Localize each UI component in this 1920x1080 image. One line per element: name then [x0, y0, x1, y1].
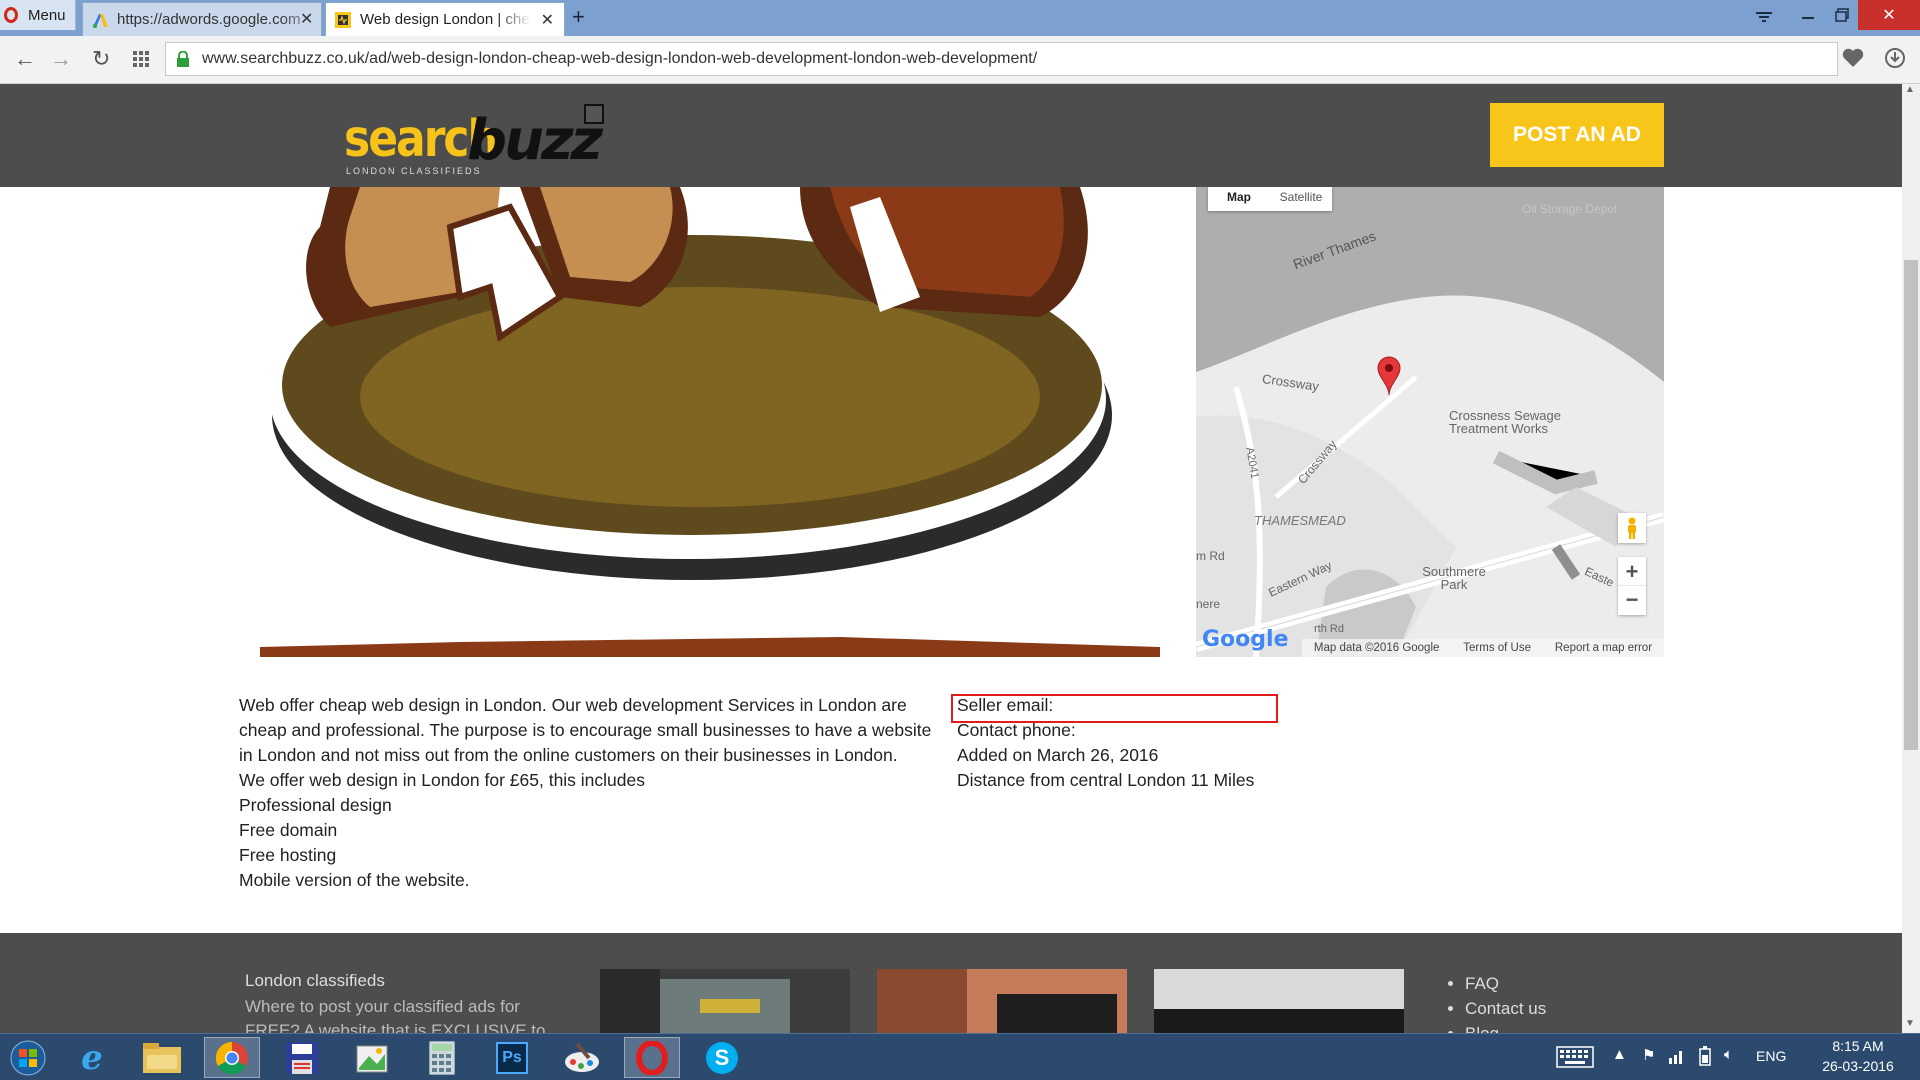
close-tab-icon[interactable]: ✕: [531, 10, 564, 30]
distance-text: Distance from central London 11 Miles: [957, 770, 1255, 790]
language-indicator[interactable]: ENG: [1756, 1048, 1786, 1064]
added-date: Added on March 26, 2016: [957, 745, 1159, 765]
start-button[interactable]: [0, 1037, 56, 1078]
footer-link-contact[interactable]: Contact us: [1465, 996, 1546, 1021]
forward-icon[interactable]: →: [50, 46, 72, 72]
map-type-satellite[interactable]: Satellite: [1270, 187, 1332, 211]
description-line: Free domain: [239, 820, 338, 840]
opera-taskbar-icon[interactable]: [624, 1037, 680, 1078]
searchbuzz-logo[interactable]: search buzz LONDON CLASSIFIEDS: [342, 104, 612, 176]
clock-date: 26-03-2016: [1822, 1058, 1894, 1074]
footer-heading: London classifieds: [245, 971, 385, 990]
heart-bookmark-icon[interactable]: [1842, 48, 1864, 68]
tab-title: Web design London | cheap web design: [360, 11, 531, 28]
image-editor-icon[interactable]: [344, 1037, 400, 1078]
system-clock[interactable]: 8:15 AM 26-03-2016: [1808, 1036, 1908, 1076]
scroll-down-icon[interactable]: ▼: [1905, 1018, 1915, 1029]
tab-web-design-london[interactable]: Web design London | cheap web design ✕: [325, 2, 565, 36]
footer-link-blog[interactable]: Blog: [1465, 1021, 1546, 1033]
windows-taskbar: e Ps S: [0, 1033, 1920, 1080]
scrollbar-thumb[interactable]: [1904, 260, 1918, 750]
footer-text: Where to post your classified ads for FR…: [245, 997, 546, 1033]
url-field[interactable]: www.searchbuzz.co.uk/ad/web-design-londo…: [165, 42, 1838, 76]
speed-dial-icon[interactable]: [133, 51, 149, 67]
map-label: THAMESMEAD: [1254, 513, 1346, 528]
ad-description: Web offer cheap web design in London. Ou…: [239, 693, 939, 893]
description-line: Professional design: [239, 795, 392, 815]
google-map[interactable]: Map Satellite River Thames Crossway Cros…: [1196, 187, 1664, 657]
ad-hero-image: [260, 187, 1160, 657]
new-tab-button[interactable]: +: [572, 4, 585, 30]
download-icon[interactable]: [1884, 47, 1906, 69]
zoom-out-button[interactable]: −: [1618, 586, 1646, 615]
map-type-control: Map Satellite: [1208, 187, 1332, 211]
map-label: Oil Storage Depot: [1522, 202, 1618, 216]
footer-thumbnail[interactable]: [877, 969, 1127, 1033]
pegman-icon[interactable]: [1618, 513, 1646, 543]
opera-logo-icon: [4, 7, 18, 23]
show-hidden-icons-icon[interactable]: ▲: [1612, 1046, 1627, 1063]
post-an-ad-button[interactable]: POST AN AD: [1490, 103, 1664, 167]
terms-of-use-link[interactable]: Terms of Use: [1463, 639, 1531, 657]
report-map-error-link[interactable]: Report a map error: [1555, 639, 1652, 657]
google-logo[interactable]: Google: [1202, 627, 1289, 652]
keyboard-icon[interactable]: [1556, 1046, 1594, 1068]
zoom-in-button[interactable]: +: [1618, 557, 1646, 586]
battery-icon[interactable]: [1698, 1046, 1712, 1066]
back-icon[interactable]: ←: [14, 46, 36, 72]
description-line: Free hosting: [239, 845, 337, 865]
site-footer: London classifieds Where to post your cl…: [0, 933, 1902, 1033]
description-line: Mobile version of the website.: [239, 870, 470, 890]
description-paragraph: Web offer cheap web design in London. Ou…: [239, 695, 932, 765]
adwords-favicon-icon: [92, 13, 108, 28]
scroll-up-icon[interactable]: ▲: [1905, 84, 1915, 95]
network-icon[interactable]: [1668, 1048, 1684, 1064]
map-label: Southmere Park: [1422, 564, 1486, 592]
address-bar: ← → ↻ www.searchbuzz.co.uk/ad/web-design…: [0, 36, 1920, 84]
paint-icon[interactable]: [554, 1037, 610, 1078]
searchbuzz-favicon-icon: [335, 11, 351, 28]
photoshop-icon[interactable]: Ps: [484, 1037, 540, 1078]
tab-menu-icon[interactable]: [1742, 2, 1786, 32]
reload-icon[interactable]: ↻: [92, 46, 110, 72]
pulse-icon: [584, 104, 604, 124]
map-label: nere: [1196, 597, 1221, 611]
clock-time: 8:15 AM: [1832, 1038, 1884, 1054]
opera-menu-button[interactable]: Menu: [0, 0, 76, 30]
file-explorer-icon[interactable]: [134, 1037, 190, 1078]
secure-lock-icon[interactable]: [176, 51, 190, 67]
close-window-button[interactable]: ✕: [1858, 0, 1920, 30]
map-label: m Rd: [1196, 549, 1225, 563]
menu-label: Menu: [28, 6, 66, 24]
description-line: We offer web design in London for £65, t…: [239, 770, 646, 790]
logo-word-buzz: buzz: [467, 108, 603, 173]
zoom-control: + −: [1618, 557, 1646, 615]
internet-explorer-icon[interactable]: e: [64, 1037, 120, 1078]
map-label: rth Rd: [1314, 623, 1344, 635]
volume-icon[interactable]: 🔈︎: [1724, 1046, 1733, 1063]
calculator-icon[interactable]: [414, 1037, 470, 1078]
skype-icon[interactable]: S: [694, 1037, 750, 1078]
close-tab-icon[interactable]: ✕: [300, 9, 313, 29]
action-center-flag-icon[interactable]: ⚑: [1642, 1046, 1655, 1064]
footer-link-faq[interactable]: FAQ: [1465, 971, 1546, 996]
browser-tab-strip: Menu https://adwords.google.com Web desi…: [0, 0, 1920, 36]
chrome-icon[interactable]: [204, 1037, 260, 1078]
map-type-map[interactable]: Map: [1208, 187, 1270, 211]
save-disk-icon[interactable]: [274, 1037, 330, 1078]
map-label: Crossness Sewage Treatment Works: [1449, 408, 1561, 436]
logo-tagline: LONDON CLASSIFIEDS: [346, 166, 482, 176]
map-attribution: Map data ©2016 Google Terms of Use Repor…: [1302, 639, 1664, 657]
footer-thumbnail[interactable]: [1154, 969, 1404, 1033]
url-text: www.searchbuzz.co.uk/ad/web-design-londo…: [202, 50, 1038, 67]
map-data-text: Map data ©2016 Google: [1313, 642, 1440, 654]
seller-email-highlight-box: [951, 694, 1278, 723]
footer-links: FAQ Contact us Blog: [1465, 971, 1546, 1033]
footer-thumbnail[interactable]: [600, 969, 850, 1033]
map-marker-icon[interactable]: [1376, 355, 1402, 395]
tab-title: https://adwords.google.com: [117, 11, 301, 28]
site-header: search buzz LONDON CLASSIFIEDS POST AN A…: [0, 84, 1902, 187]
tab-adwords[interactable]: https://adwords.google.com: [82, 2, 322, 36]
